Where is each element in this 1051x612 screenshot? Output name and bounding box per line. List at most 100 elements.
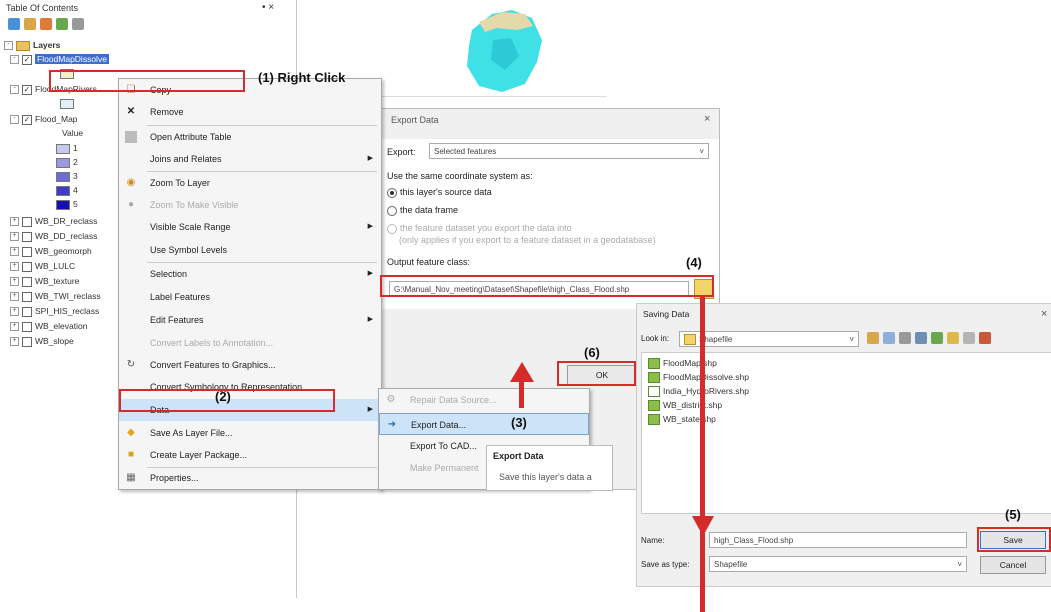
close-icon[interactable]: × <box>1041 308 1047 320</box>
legend-item: 4 <box>56 183 78 197</box>
submenu-arrow-icon: ▶ <box>367 223 373 230</box>
layer-row[interactable]: + WB_elevation <box>10 319 87 333</box>
layer-row[interactable]: + WB_texture <box>10 274 79 288</box>
table-icon <box>125 131 137 143</box>
catalog-icon[interactable] <box>931 332 943 344</box>
shapefile-icon <box>648 414 660 426</box>
menu-use-symbol-levels[interactable]: Use Symbol Levels <box>119 239 381 261</box>
menu-open-attribute-table[interactable]: Open Attribute Table <box>119 126 381 148</box>
menu-repair-data-source: ⚙ Repair Data Source... <box>386 394 497 405</box>
toc-title: Table Of Contents <box>6 3 79 13</box>
close-icon[interactable]: × <box>704 113 710 125</box>
annotation-1: (1) Right Click <box>258 70 346 85</box>
layer-row[interactable]: + WB_LULC <box>10 259 75 273</box>
menu-save-as-layer-file[interactable]: ◆ Save As Layer File... <box>119 422 381 444</box>
layers-root[interactable]: - Layers <box>4 38 60 52</box>
up-folder-icon[interactable] <box>867 332 879 344</box>
layer-row[interactable]: + WB_TWI_reclass <box>10 289 101 303</box>
list-item[interactable]: WB_district.shp <box>648 399 722 412</box>
menu-create-layer-package[interactable]: ■ Create Layer Package... <box>119 444 381 466</box>
menu-label-features[interactable]: Label Features <box>119 286 381 308</box>
connect-folder-icon[interactable] <box>899 332 911 344</box>
layer-row[interactable]: + WB_DR_reclass <box>10 214 97 228</box>
list-item[interactable]: India_HydroRivers.shp <box>648 385 749 398</box>
highlight-output-path <box>380 275 714 297</box>
coord-system-label: Use the same coordinate system as: <box>387 171 533 181</box>
menu-selection[interactable]: Selection ▶ <box>119 263 381 285</box>
feature-dataset-note: (only applies if you export to a feature… <box>399 235 656 245</box>
layer-row[interactable]: - ✓ Flood_Map <box>10 112 78 126</box>
cancel-button[interactable]: Cancel <box>980 556 1046 574</box>
shapefile-icon <box>648 400 660 412</box>
submenu-arrow-icon: ▶ <box>367 406 373 413</box>
zoom-icon: ◉ <box>126 177 136 188</box>
home-icon[interactable] <box>883 332 895 344</box>
list-item[interactable]: FloodMap.shp <box>648 357 717 370</box>
remove-icon: ✕ <box>126 106 136 117</box>
properties-icon: ▦ <box>126 472 136 483</box>
menu-export-data[interactable]: ➜ Export Data... <box>379 413 589 435</box>
layer-file-icon: ◆ <box>127 427 135 438</box>
down-arrow-icon <box>692 516 714 536</box>
menu-edit-features[interactable]: Edit Features ▶ <box>119 309 381 331</box>
radio-source-data[interactable]: this layer's source data <box>387 187 492 198</box>
annotation-5: (5) <box>1005 507 1021 522</box>
highlight-layer <box>49 70 245 92</box>
annotation-2: (2) <box>215 389 231 404</box>
layers-folder-icon <box>16 40 30 51</box>
radio-feature-dataset: the feature dataset you export the data … <box>387 223 572 234</box>
list-by-selection-icon[interactable] <box>56 18 68 30</box>
new-item-icon[interactable] <box>963 332 975 344</box>
folder-icon <box>684 334 696 346</box>
name-field[interactable]: high_Class_Flood.shp <box>709 532 967 548</box>
export-select[interactable]: Selected features ˅ <box>429 143 709 159</box>
menu-convert-features-graphics[interactable]: ↻ Convert Features to Graphics... <box>119 354 381 376</box>
list-by-visibility-icon[interactable] <box>40 18 52 30</box>
delete-icon[interactable] <box>979 332 991 344</box>
layer-row[interactable]: + WB_geomorph <box>10 244 92 258</box>
annotation-4: (4) <box>686 255 702 270</box>
list-item[interactable]: FloodMapDissolve.shp <box>648 371 749 384</box>
menu-convert-labels: Convert Labels to Annotation... <box>150 338 274 348</box>
menu-properties[interactable]: ▦ Properties... <box>119 467 381 489</box>
layer-row[interactable]: + SPI_HIS_reclass <box>10 304 99 318</box>
shapefile-icon <box>648 372 660 384</box>
close-icon[interactable]: • × <box>262 2 274 13</box>
new-folder-icon[interactable] <box>947 332 959 344</box>
highlight-ok-button <box>557 361 636 386</box>
dialog-title: Export Data <box>391 115 439 125</box>
menu-joins-relates[interactable]: Joins and Relates ▶ <box>119 148 381 170</box>
arrow-shaft-4 <box>700 297 705 519</box>
annotation-3: (3) <box>511 415 527 430</box>
layer-row[interactable]: + WB_DD_reclass <box>10 229 97 243</box>
layer-symbol <box>60 96 77 110</box>
look-in-label: Look in: <box>641 334 670 343</box>
save-type-label: Save as type: <box>641 560 690 569</box>
export-label: Export: <box>387 147 416 157</box>
menu-zoom-to-layer[interactable]: ◉ Zoom To Layer <box>119 172 381 194</box>
save-type-select[interactable]: Shapefile ˅ <box>709 556 967 572</box>
zoom-visible-icon: ● <box>127 199 135 210</box>
legend-heading: Value <box>62 128 84 138</box>
options-icon[interactable] <box>72 18 84 30</box>
export-data-tooltip: Export Data Save this layer's data a <box>486 445 613 491</box>
up-arrow-icon <box>510 362 534 382</box>
look-in-select[interactable]: Shapefile ˅ <box>679 331 859 347</box>
layer-row[interactable]: - ✓ FloodMapDissolve <box>10 52 109 66</box>
list-item[interactable]: WB_state.shp <box>648 413 716 426</box>
tooltip-text: Save this layer's data a <box>499 472 592 482</box>
menu-remove[interactable]: ✕ Remove <box>119 101 381 123</box>
view-menu-icon[interactable] <box>915 332 927 344</box>
convert-icon: ↻ <box>126 359 136 370</box>
layer-context-menu: ❏ Copy ✕ Remove Open Attribute Table Joins… <box>118 78 382 490</box>
highlight-save-button <box>977 527 1051 552</box>
arrow-shaft-3 <box>519 378 524 408</box>
menu-visible-scale-range[interactable]: Visible Scale Range ▶ <box>119 216 381 238</box>
list-by-source-icon[interactable] <box>24 18 36 30</box>
line-shapefile-icon <box>648 386 660 398</box>
layer-row[interactable]: + WB_slope <box>10 334 74 348</box>
radio-data-frame[interactable]: the data frame <box>387 205 458 216</box>
submenu-arrow-icon: ▶ <box>367 316 373 323</box>
legend-item: 3 <box>56 169 78 183</box>
list-by-drawing-order-icon[interactable] <box>8 18 20 30</box>
